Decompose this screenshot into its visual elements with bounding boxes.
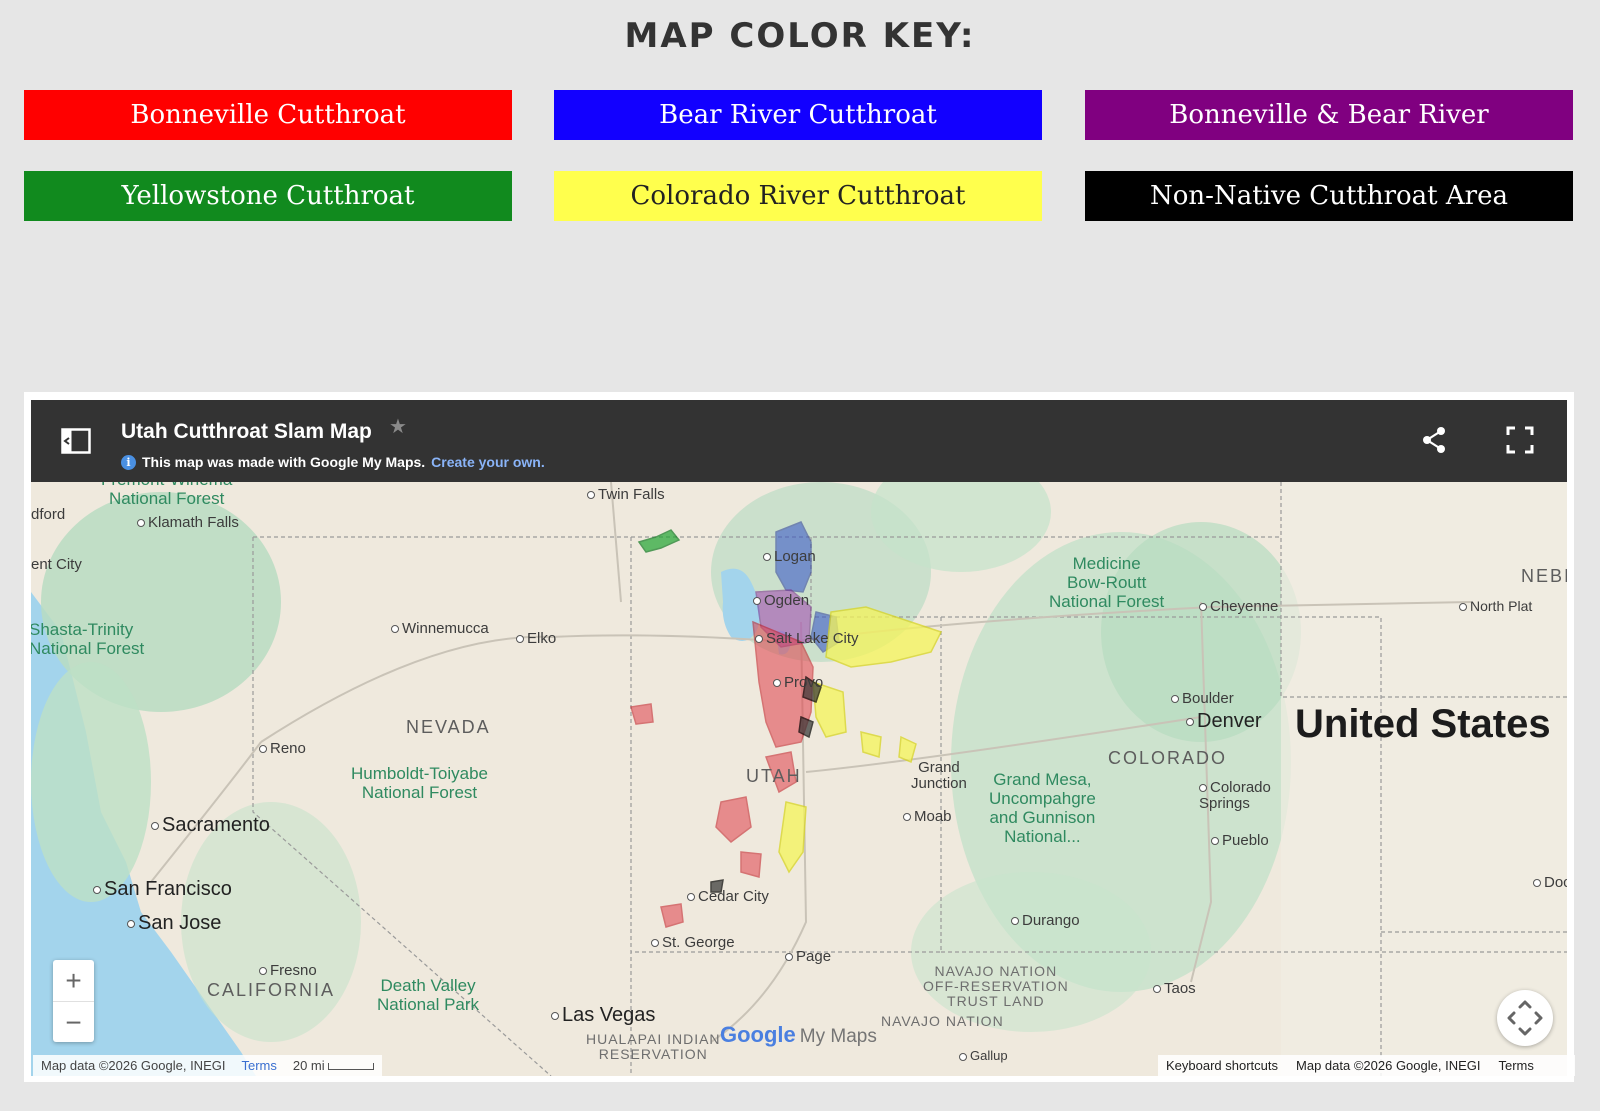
keyboard-shortcuts-link[interactable]: Keyboard shortcuts (1166, 1058, 1278, 1073)
label-north-platte: North Plat (1459, 598, 1532, 614)
map-footer-right: Keyboard shortcuts Map data ©2026 Google… (1158, 1055, 1575, 1076)
key-label: Bonneville Cutthroat (130, 100, 406, 130)
pan-control[interactable] (1497, 990, 1553, 1046)
map-footer-left: Map data ©2026 Google, INEGI Terms 20 mi (33, 1055, 383, 1076)
label-las-vegas: Las Vegas (551, 1004, 655, 1027)
key-bonneville-bear-river: Bonneville & Bear River (1085, 90, 1573, 140)
label-nevada: NEVADA (406, 717, 491, 737)
key-label: Yellowstone Cutthroat (121, 181, 415, 211)
key-label: Colorado River Cutthroat (630, 181, 966, 211)
label-page: Page (785, 948, 831, 965)
label-klamath-falls: Klamath Falls (137, 514, 239, 531)
share-icon[interactable] (1421, 426, 1447, 459)
label-medicine-bow: Medicine Bow-Routt National Forest (1049, 554, 1165, 611)
label-pueblo: Pueblo (1211, 832, 1269, 849)
zoom-in-button[interactable]: + (53, 960, 94, 1001)
label-reno: Reno (259, 740, 306, 757)
pan-arrows-icon (1507, 1000, 1543, 1036)
map-subtitle: i This map was made with Google My Maps.… (121, 454, 545, 470)
terms-link-left[interactable]: Terms (241, 1058, 276, 1073)
label-provo: Provo (773, 674, 823, 691)
my-maps-text: My Maps (799, 1026, 877, 1047)
google-logo-text: Google (720, 1022, 796, 1047)
key-non-native: Non-Native Cutthroat Area (1085, 171, 1573, 221)
map-header: Utah Cutthroat Slam Map ★ i This map was… (31, 400, 1567, 482)
map-attribution-left: Map data ©2026 Google, INEGI (41, 1058, 226, 1073)
map-title: Utah Cutthroat Slam Map (121, 420, 372, 443)
label-california: CALIFORNIA (207, 980, 336, 1000)
label-humboldt-toiyabe: Humboldt-Toiyabe National Forest (351, 764, 489, 802)
label-nebraska: NEBI (1521, 566, 1567, 586)
zoom-out-button[interactable]: − (53, 1002, 94, 1043)
scale-bar[interactable]: 20 mi (292, 1058, 375, 1073)
subtitle-text: This map was made with Google My Maps. (142, 454, 426, 470)
label-gallup: Gallup (959, 1048, 1008, 1063)
key-label: Bonneville & Bear River (1169, 100, 1489, 130)
terms-link-right[interactable]: Terms (1498, 1058, 1533, 1073)
scale-label: 20 mi (292, 1058, 325, 1073)
key-label: Bear River Cutthroat (659, 100, 937, 130)
map-color-key-title: MAP COLOR KEY: (624, 16, 976, 56)
label-salt-lake-city: Salt Lake City (755, 630, 859, 647)
label-sacramento: Sacramento (151, 814, 270, 837)
label-boulder: Boulder (1171, 690, 1234, 707)
label-elko: Elko (516, 630, 556, 647)
label-san-jose: San Jose (127, 912, 221, 935)
label-ent-city: ent City (31, 556, 82, 573)
label-death-valley: Death Valley National Park (377, 976, 480, 1014)
label-navajo-nation: NAVAJO NATION (881, 1013, 1004, 1029)
label-twin-falls: Twin Falls (587, 486, 665, 503)
label-shasta-trinity: Shasta-Trinity National Forest (31, 620, 145, 658)
label-taos: Taos (1153, 980, 1196, 997)
key-colorado-river: Colorado River Cutthroat (554, 171, 1042, 221)
create-your-own-link[interactable]: Create your own. (431, 454, 545, 470)
label-cedar-city: Cedar City (687, 888, 769, 905)
label-fremont-forest: Fremont-Winema National Forest (101, 482, 232, 508)
label-dodge: Doc (1533, 874, 1567, 891)
label-grand-junction: Grand Junction (911, 759, 967, 792)
zoom-control: + − (53, 960, 94, 1042)
map-attribution-right: Map data ©2026 Google, INEGI (1296, 1058, 1481, 1073)
star-icon[interactable]: ★ (389, 414, 407, 439)
key-yellowstone: Yellowstone Cutthroat (24, 171, 512, 221)
google-my-maps-logo: Google My Maps (720, 1022, 877, 1048)
label-denver: Denver (1186, 710, 1261, 733)
label-winnemucca: Winnemucca (391, 620, 489, 637)
label-grand-mesa: Grand Mesa, Uncompahgre and Gunnison Nat… (989, 770, 1096, 846)
label-hualapai: HUALAPAI INDIAN RESERVATION (586, 1031, 721, 1062)
label-cheyenne: Cheyenne (1199, 598, 1278, 615)
map-canvas[interactable]: Fremont-Winema National Forest Twin Fall… (31, 482, 1567, 1076)
label-colorado: COLORADO (1108, 748, 1228, 768)
label-logan: Logan (763, 548, 816, 565)
info-icon: i (121, 454, 136, 470)
key-label: Non-Native Cutthroat Area (1150, 181, 1508, 211)
label-medford: dford (31, 506, 66, 523)
label-san-francisco: San Francisco (93, 878, 232, 901)
label-united-states: United States (1295, 702, 1551, 746)
label-colorado-springs: Colorado Springs (1199, 779, 1271, 812)
key-bear-river: Bear River Cutthroat (554, 90, 1042, 140)
key-bonneville: Bonneville Cutthroat (24, 90, 512, 140)
label-navajo-off-reservation: NAVAJO NATION OFF-RESERVATION TRUST LAND (923, 963, 1069, 1009)
label-ogden: Ogden (753, 592, 809, 609)
label-durango: Durango (1011, 912, 1080, 929)
label-fresno: Fresno (259, 962, 317, 979)
fullscreen-icon[interactable] (1506, 426, 1534, 459)
label-st-george: St. George (651, 934, 735, 951)
label-utah: UTAH (746, 766, 802, 786)
label-moab: Moab (903, 808, 952, 825)
sidebar-toggle-icon[interactable] (61, 428, 91, 454)
scale-line (328, 1063, 375, 1071)
